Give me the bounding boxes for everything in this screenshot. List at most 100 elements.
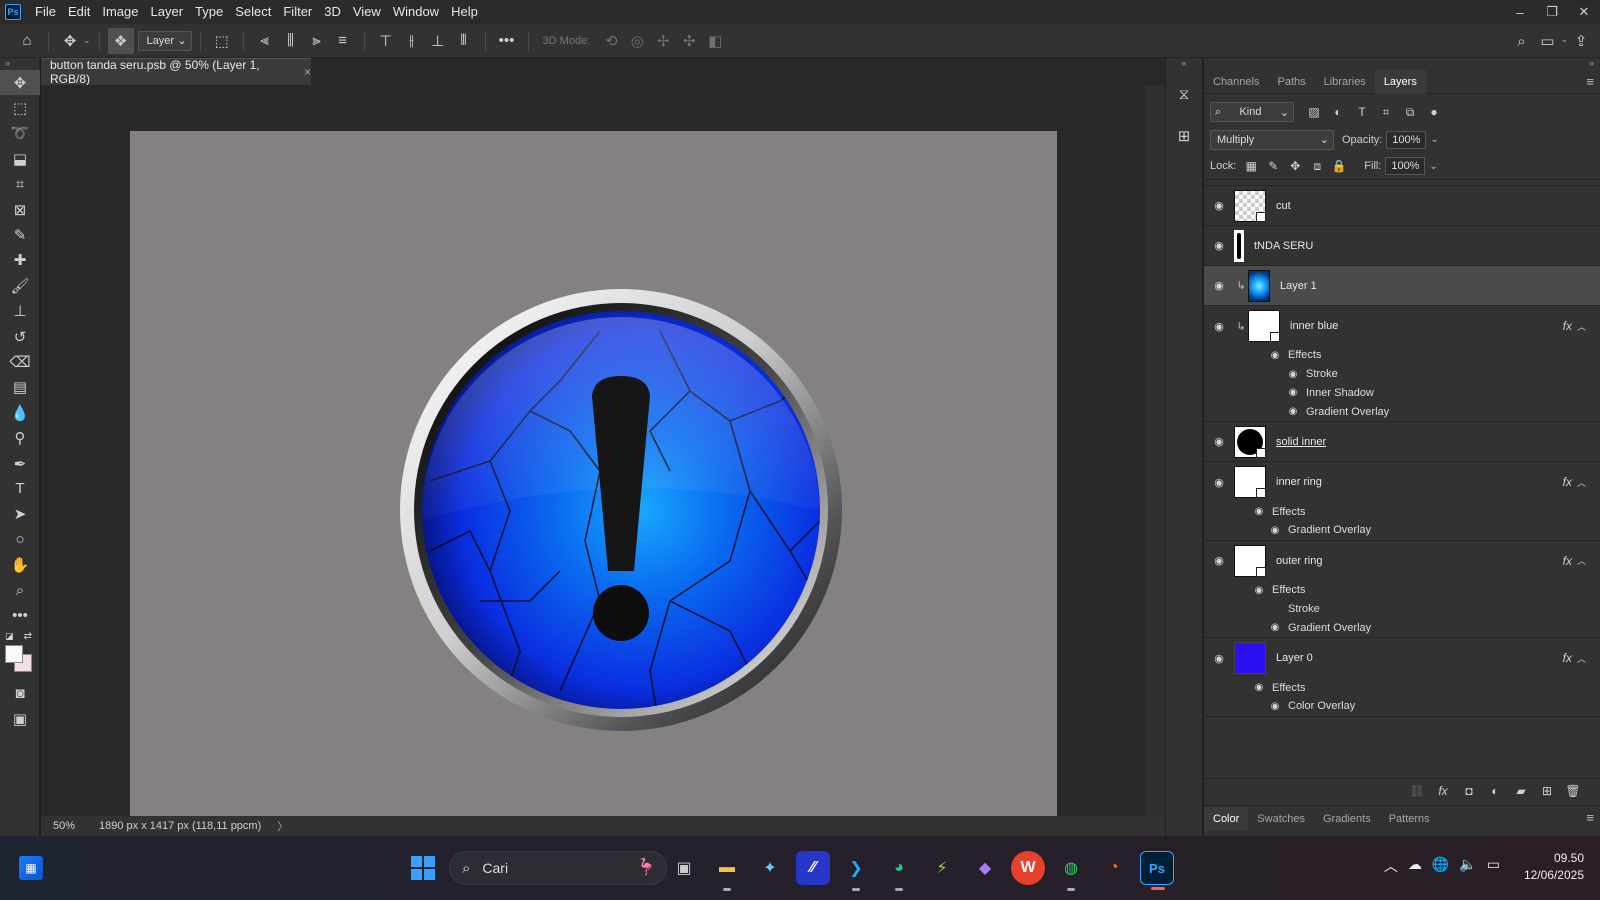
3d-rotate-icon[interactable]: ⟲ [598,28,624,54]
menu-file[interactable]: File [29,0,62,24]
shape-filter-icon[interactable]: ⌗ [1374,105,1398,120]
layer-row-tnda-seru[interactable]: ◉ tNDA SERU [1204,226,1600,266]
effect-inner-shadow[interactable]: ◉ Inner Shadow [1204,384,1600,403]
visibility-eye-icon[interactable]: ◉ [1252,585,1266,596]
clock[interactable]: 09.50 12/06/2025 [1524,850,1584,884]
align-left-icon[interactable]: ⫷ [252,28,278,54]
tab-layers[interactable]: Layers [1374,69,1426,94]
chevron-down-icon[interactable]: ⌄ [1560,28,1568,54]
align-center-icon[interactable]: ⫼ [278,28,304,54]
dodge-tool-icon[interactable]: ⚲ [0,425,40,450]
filter-kind-dropdown[interactable]: ⌕ Kind ⌄ [1210,102,1294,122]
layer-row-layer-1[interactable]: ◉ ↳ Layer 1 [1204,266,1600,306]
3d-pan-icon[interactable]: ✢ [650,28,676,54]
layer-name[interactable]: tNDA SERU [1254,240,1313,252]
distribute-vertical-icon[interactable]: ⫴ [451,28,477,54]
tab-swatches[interactable]: Swatches [1248,807,1314,831]
visibility-eye-icon[interactable]: ◉ [1204,320,1234,333]
visibility-eye-icon[interactable]: ◉ [1204,239,1234,252]
chevron-down-icon[interactable]: ⌄ [83,35,91,46]
tab-color[interactable]: Color [1204,806,1249,831]
new-layer-icon[interactable]: ⊞ [1534,784,1560,798]
lock-transparent-icon[interactable]: ▦ [1240,159,1262,173]
lock-image-icon[interactable]: ✎ [1262,159,1284,173]
layer-row-solid-inner[interactable]: ◉ solid inner [1204,422,1600,463]
visibility-eye-icon[interactable]: ◉ [1268,350,1282,361]
collapse-effects-icon[interactable]: ︿ [1577,652,1586,665]
menu-type[interactable]: Type [189,0,229,24]
properties-panel-icon[interactable]: ⊞ [1166,118,1202,154]
collapse-effects-icon[interactable]: ︿ [1577,320,1586,333]
lock-artboard-icon[interactable]: ⧈ [1306,159,1328,174]
volume-icon[interactable]: 🔈 [1459,856,1476,876]
history-brush-tool-icon[interactable]: ↺ [0,324,40,349]
fill-input[interactable]: 100% [1385,157,1426,175]
fx-icon[interactable]: fx [1563,475,1572,489]
chevron-down-icon[interactable]: ⌄ [1430,134,1438,145]
visibility-eye-icon[interactable]: ◉ [1252,506,1266,517]
visibility-eye-icon[interactable]: ◉ [1286,406,1300,417]
tab-patterns[interactable]: Patterns [1380,807,1439,831]
align-bottom-icon[interactable]: ⊥ [425,28,451,54]
widgets-icon[interactable]: ▦ [19,856,43,880]
3d-scale-icon[interactable]: ◧ [702,28,728,54]
screen-mode-icon[interactable]: ▣ [0,706,40,731]
effects-header[interactable]: ◉ Effects [1204,346,1600,365]
visibility-eye-icon[interactable]: ◉ [1268,525,1282,536]
effects-header[interactable]: ◉ Effects [1204,678,1600,697]
transform-controls-icon[interactable]: ⬚ [209,28,235,54]
visibility-eye-icon[interactable]: ◉ [1286,369,1300,380]
panel-menu-icon[interactable]: ≡ [1586,810,1594,825]
3d-slide-icon[interactable]: ✣ [676,28,702,54]
effect-gradient-overlay[interactable]: ◉ Gradient Overlay [1204,618,1600,637]
close-icon[interactable]: × [304,65,311,79]
layer-name[interactable]: outer ring [1276,555,1322,567]
share-icon[interactable]: ⇪ [1568,28,1594,54]
swap-colors-icon[interactable]: ⇄ [24,631,32,642]
lasso-tool-icon[interactable]: ➰ [0,121,40,146]
battery-icon[interactable]: ▭ [1487,856,1500,876]
onedrive-icon[interactable]: ☁ [1408,856,1422,876]
hand-tool-icon[interactable]: ✋ [0,552,40,577]
layer-name[interactable]: solid inner [1276,436,1326,448]
type-filter-icon[interactable]: T [1350,105,1374,119]
align-right-icon[interactable]: ⫸ [304,28,330,54]
pasteboard[interactable] [41,85,1145,826]
quick-mask-icon[interactable]: ◙ [0,681,40,706]
workspace-icon[interactable]: ▭ [1534,28,1560,54]
taskbar-search[interactable]: ⌕ Cari 🦩 [449,851,667,885]
blend-mode-dropdown[interactable]: Multiply ⌄ [1210,129,1334,150]
vertical-scrollbar[interactable] [1145,85,1165,821]
layer-row-inner-blue[interactable]: ◉ ↳ inner blue fx ︿ [1204,306,1600,346]
menu-filter[interactable]: Filter [277,0,318,24]
edge-icon[interactable]: ◕ [882,851,916,891]
visibility-eye-icon[interactable]: ◉ [1204,279,1234,292]
type-tool-icon[interactable]: T [0,476,40,501]
collapse-effects-icon[interactable]: ︿ [1577,554,1586,567]
crop-tool-icon[interactable]: ⌗ [0,172,40,197]
visibility-eye-icon[interactable]: ◉ [1268,701,1282,712]
more-options-icon[interactable]: ••• [494,28,520,54]
add-layer-style-icon[interactable]: fx [1430,784,1456,798]
language-icon[interactable]: 🌐 [1432,856,1449,876]
layer-row-layer-0[interactable]: ◉ Layer 0 fx ︿ [1204,638,1600,678]
menu-view[interactable]: View [347,0,387,24]
brush-tool-icon[interactable]: 🖌 [0,273,40,298]
effects-header[interactable]: ◉ Effects [1204,502,1600,521]
vscode-icon[interactable]: ❯ [839,851,873,891]
healing-brush-tool-icon[interactable]: ✚ [0,248,40,273]
collapse-effects-icon[interactable]: ︿ [1577,476,1586,489]
auto-select-target-dropdown[interactable]: Layer ⌄ [137,30,192,51]
object-selection-tool-icon[interactable]: ⬓ [0,146,40,171]
blur-tool-icon[interactable]: 💧 [0,400,40,425]
lock-all-icon[interactable]: 🔒 [1328,159,1350,173]
close-window-button[interactable]: ✕ [1568,0,1600,24]
gradient-tool-icon[interactable]: ▤ [0,375,40,400]
default-colors-icon[interactable]: ◪ [5,631,14,642]
link-layers-icon[interactable]: ⛓ [1404,784,1430,798]
adjustment-filter-icon[interactable]: ◐ [1326,105,1350,119]
add-mask-icon[interactable]: ◘ [1456,784,1482,798]
distribute-icon[interactable]: ≡ [330,28,356,54]
align-middle-icon[interactable]: ⫲ [399,28,425,54]
tab-libraries[interactable]: Libraries [1315,70,1375,94]
